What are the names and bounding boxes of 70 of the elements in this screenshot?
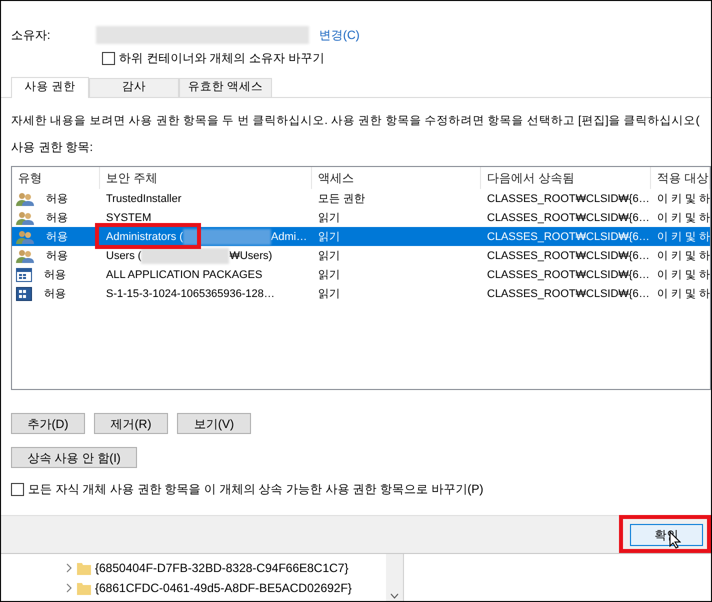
table-cell-text: CLASSES_ROOT₩CLSID₩{6…: [486, 210, 651, 226]
table-cell-text: Admi…: [271, 230, 308, 244]
column-header[interactable]: 보안 주체: [100, 167, 312, 190]
table-cell-text: 이 키 및 하: [656, 286, 710, 302]
tab[interactable]: 감사: [89, 78, 179, 97]
table-row[interactable]: 허용 S-1-15-3-1024-1065365936-128… 읽기 CLASSES_ROOT₩CLSID₩{6… 이 키 및 하: [12, 284, 710, 304]
change-link[interactable]: 변경(C): [319, 26, 360, 44]
table-cell-text: 이 키 및 하: [656, 210, 710, 226]
table-cell-text: TrustedInstaller: [106, 192, 182, 206]
chevron-down-icon: [390, 593, 399, 599]
table-cell-text: CLASSES_ROOT₩CLSID₩{6…: [486, 230, 651, 244]
disable-inheritance-button[interactable]: 상속 사용 안 함(I): [11, 447, 137, 468]
table-cell-text: 읽기: [317, 268, 341, 282]
table-cell-text: 이 키 및 하: [656, 192, 710, 206]
list-label: 사용 권한 항목:: [11, 139, 94, 156]
action-button[interactable]: 제거(R): [94, 413, 168, 434]
table-cell-text: 허용: [44, 286, 66, 302]
column-header[interactable]: 액세스: [312, 167, 481, 190]
table-cell-text: S-1-15-3-1024-1065365936-128…: [106, 286, 275, 302]
table-cell-text: 읽기: [317, 248, 341, 264]
window-grid-icon: [16, 268, 32, 282]
table-cell-text: 읽기: [317, 210, 341, 226]
table-cell-text: 이 키 및 하: [656, 230, 710, 244]
table-cell-text: ALL APPLICATION PACKAGES: [106, 268, 262, 282]
table-cell-text: CLASSES_ROOT₩CLSID₩{6…: [486, 192, 651, 206]
action-button[interactable]: 보기(V): [177, 413, 251, 434]
table-cell-text: 허용: [46, 230, 68, 244]
table-cell-text: 이 키 및 하: [656, 248, 710, 264]
column-header[interactable]: 다음에서 상속됨: [481, 167, 651, 190]
users-icon: [16, 248, 34, 263]
scrollbar[interactable]: [386, 554, 403, 601]
table-cell-text: CLASSES_ROOT₩CLSID₩{6…: [486, 286, 651, 302]
table-cell-text: ₩Users): [229, 248, 272, 264]
users-icon: [16, 192, 34, 206]
table-row[interactable]: 허용 TrustedInstaller 모든 권한 CLASSES_ROOT₩CLSID₩{6… 이 키 및 하: [12, 189, 710, 208]
description-text: 자세한 내용을 보려면 사용 권한 항목을 두 번 클릭하십시오. 사용 권한 항목을 수정하려면 항목을 선택하고 [편집]을 클릭하십시오(: [11, 114, 700, 129]
folder-icon: [77, 561, 91, 575]
table-cell-text: Administrators (: [106, 230, 184, 244]
users-icon: [16, 210, 34, 225]
checkbox-label: 하위 컨테이너와 개체의 소유자 바꾸기: [119, 50, 324, 67]
table-cell-text: 허용: [46, 248, 68, 264]
table-cell-text: CLASSES_ROOT₩CLSID₩{6…: [486, 248, 651, 264]
checkbox[interactable]: [102, 52, 115, 64]
column-header[interactable]: 유형: [12, 167, 100, 190]
folder-icon: [77, 581, 91, 595]
app-grid-icon: [16, 286, 32, 301]
table-row[interactable]: 허용 Users ( ₩Users) 읽기 CLASSES_ROOT₩CLSID₩{6… 이 키 및 하: [12, 246, 710, 266]
tab[interactable]: 유효한 액세스: [179, 78, 272, 97]
checkbox[interactable]: [11, 482, 24, 496]
table-cell-text: CLASSES_ROOT₩CLSID₩{6…: [486, 268, 651, 282]
table-row[interactable]: 허용 ALL APPLICATION PACKAGES 읽기 CLASSES_ROOT₩CLSID₩{6… 이 키 및 하: [12, 265, 710, 284]
tree-item[interactable]: {6850404F-D7FB-32BD-8328-C94F66E8C1C7}: [95, 559, 348, 577]
users-icon: [16, 230, 34, 244]
table-cell-text: 허용: [44, 268, 66, 282]
table-cell-text: 읽기: [317, 286, 341, 302]
column-header[interactable]: 적용 대상: [651, 167, 710, 190]
table-cell-text: 이 키 및 하: [656, 268, 710, 282]
table-row[interactable]: 허용 SYSTEM 읽기 CLASSES_ROOT₩CLSID₩{6… 이 키 및 하: [12, 208, 710, 228]
table-cell-text: 읽기: [317, 230, 341, 244]
table-cell-text: SYSTEM: [106, 210, 152, 226]
action-button[interactable]: 추가(D): [11, 413, 85, 434]
tab[interactable]: 사용 권한: [11, 77, 89, 98]
table-cell-text: 허용: [46, 210, 68, 226]
table-cell-text: 허용: [46, 192, 68, 206]
tree-item[interactable]: {6861CFDC-0461-49d5-A8DF-BE5ACD02692F}: [95, 579, 352, 597]
owner-label: 소유자:: [11, 27, 52, 44]
table-cell-text: Users (: [106, 248, 142, 264]
checkbox-label: 모든 자식 개체 사용 권한 항목을 이 개체의 상속 가능한 사용 권한 항목으로 바꾸기(P): [28, 481, 484, 498]
table-cell-text: 모든 권한: [317, 192, 366, 206]
table-row[interactable]: 허용 Administrators ( Admi… 읽기 CLASSES_ROOT₩CLSID₩{6… 이 키 및 하: [12, 227, 710, 246]
